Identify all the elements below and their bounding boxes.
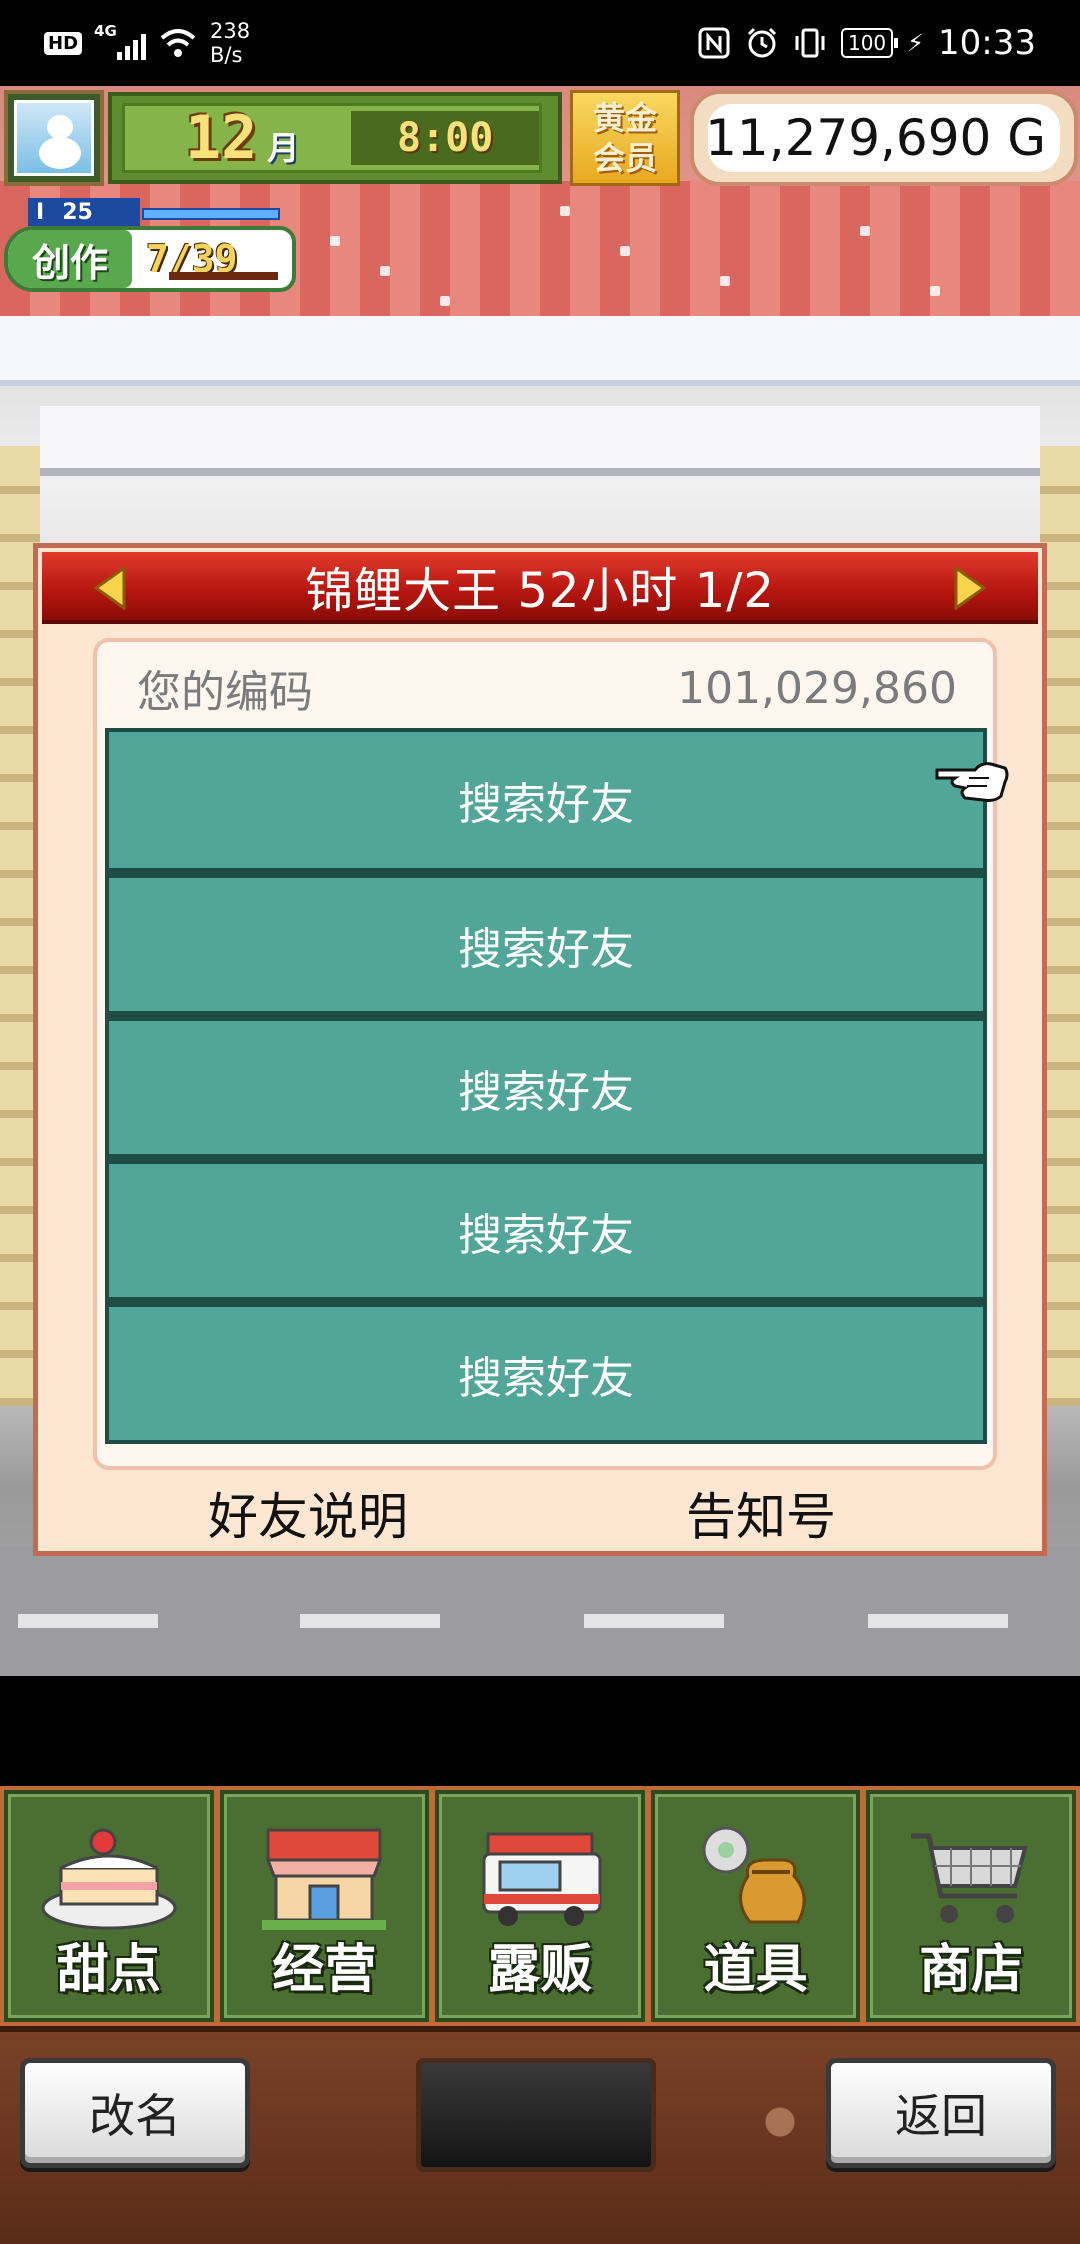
road (0, 1546, 1080, 1676)
friend-panel: 您的编码 101,029,860 搜索好友 搜索好友 搜索好友 搜索好友 搜索好… (93, 638, 997, 1470)
game-time: 8:00 (396, 115, 494, 161)
dialog-footer: 好友说明 告知号 (38, 1470, 1042, 1556)
net-speed: 238 B/s (210, 19, 251, 67)
prev-page-arrow-icon[interactable] (92, 566, 128, 610)
hd-badge: HD (44, 31, 83, 55)
pointer-hand-icon (935, 762, 1009, 802)
search-friend-button[interactable]: 搜索好友 (105, 1158, 987, 1301)
search-friend-button[interactable]: 搜索好友 (105, 728, 987, 872)
main-menu: 甜点 经营 露贩 道具 商店 (0, 1786, 1080, 2026)
menu-store[interactable]: 商店 (866, 1790, 1076, 2022)
menu-dessert[interactable]: 甜点 (4, 1790, 214, 2022)
create-level-bar (142, 208, 280, 220)
game-screen: HD 4G 238 B/s 100 ⚡ 10:33 12 月 8:00 黄金会员… (0, 0, 1080, 2244)
player-avatar[interactable] (4, 90, 104, 186)
search-friend-button[interactable]: 搜索好友 (105, 1015, 987, 1158)
create-level-badge: I 25 (28, 198, 140, 226)
date-panel: 12 月 8:00 (108, 92, 562, 184)
item-bag-icon (702, 1826, 806, 1924)
friend-list: 搜索好友 搜索好友 搜索好友 搜索好友 搜索好友 (105, 728, 987, 1444)
friend-help-button[interactable]: 好友说明 (208, 1477, 408, 1549)
money-value: 11,279,690 G (705, 109, 1046, 167)
vibrate-icon (795, 28, 825, 58)
back-button[interactable]: 返回 (826, 2058, 1056, 2168)
month-number: 12 (185, 103, 258, 173)
month-unit: 月 (267, 129, 300, 167)
cake-icon (41, 1828, 177, 1930)
status-bar: HD 4G 238 B/s 100 ⚡ 10:33 (0, 0, 1080, 86)
wifi-icon (160, 29, 196, 57)
my-code-label: 您的编码 (137, 667, 313, 718)
my-code-row: 您的编码 101,029,860 (137, 658, 957, 719)
friend-dialog: 锦鲤大王 52小时 1/2 您的编码 101,029,860 搜索好友 搜索好友… (33, 543, 1047, 1556)
menu-items[interactable]: 道具 (650, 1790, 861, 2022)
bottom-bar: 改名 返回 (0, 2026, 1080, 2244)
snow-ledge (40, 406, 1040, 476)
create-label: 创作 (8, 230, 132, 288)
battery-icon: 100 (840, 28, 899, 58)
dialog-title: 锦鲤大王 52小时 1/2 (305, 563, 775, 619)
next-page-arrow-icon[interactable] (952, 566, 988, 610)
menu-manage[interactable]: 经营 (219, 1790, 430, 2022)
search-friend-button[interactable]: 搜索好友 (105, 872, 987, 1015)
menu-stall[interactable]: 露贩 (435, 1790, 645, 2022)
center-slot (416, 2058, 656, 2172)
cell-signal-icon: 4G (94, 22, 147, 62)
snow-roof (0, 316, 1080, 386)
money-display: 11,279,690 G (690, 90, 1078, 186)
nfc-icon (698, 27, 730, 59)
search-friend-button[interactable]: 搜索好友 (105, 1301, 987, 1444)
snowman-icon (14, 100, 94, 176)
cart-icon (911, 1833, 1028, 1923)
clock-box: 8:00 (351, 111, 539, 165)
my-code-value: 101,029,860 (677, 662, 957, 714)
status-time: 10:33 (938, 23, 1036, 63)
create-status[interactable]: I 25 创作 7/39 (4, 198, 296, 292)
dialog-header: 锦鲤大王 52小时 1/2 (42, 552, 1038, 624)
alarm-icon (747, 27, 777, 58)
notice-id-button[interactable]: 告知号 (686, 1477, 836, 1549)
rename-button[interactable]: 改名 (20, 2058, 250, 2168)
food-truck-icon (482, 1832, 602, 1926)
charging-icon: ⚡ (907, 29, 925, 57)
shop-icon (262, 1828, 387, 1930)
gold-member-badge[interactable]: 黄金会员 (570, 90, 680, 186)
create-progress-bar (138, 272, 278, 280)
